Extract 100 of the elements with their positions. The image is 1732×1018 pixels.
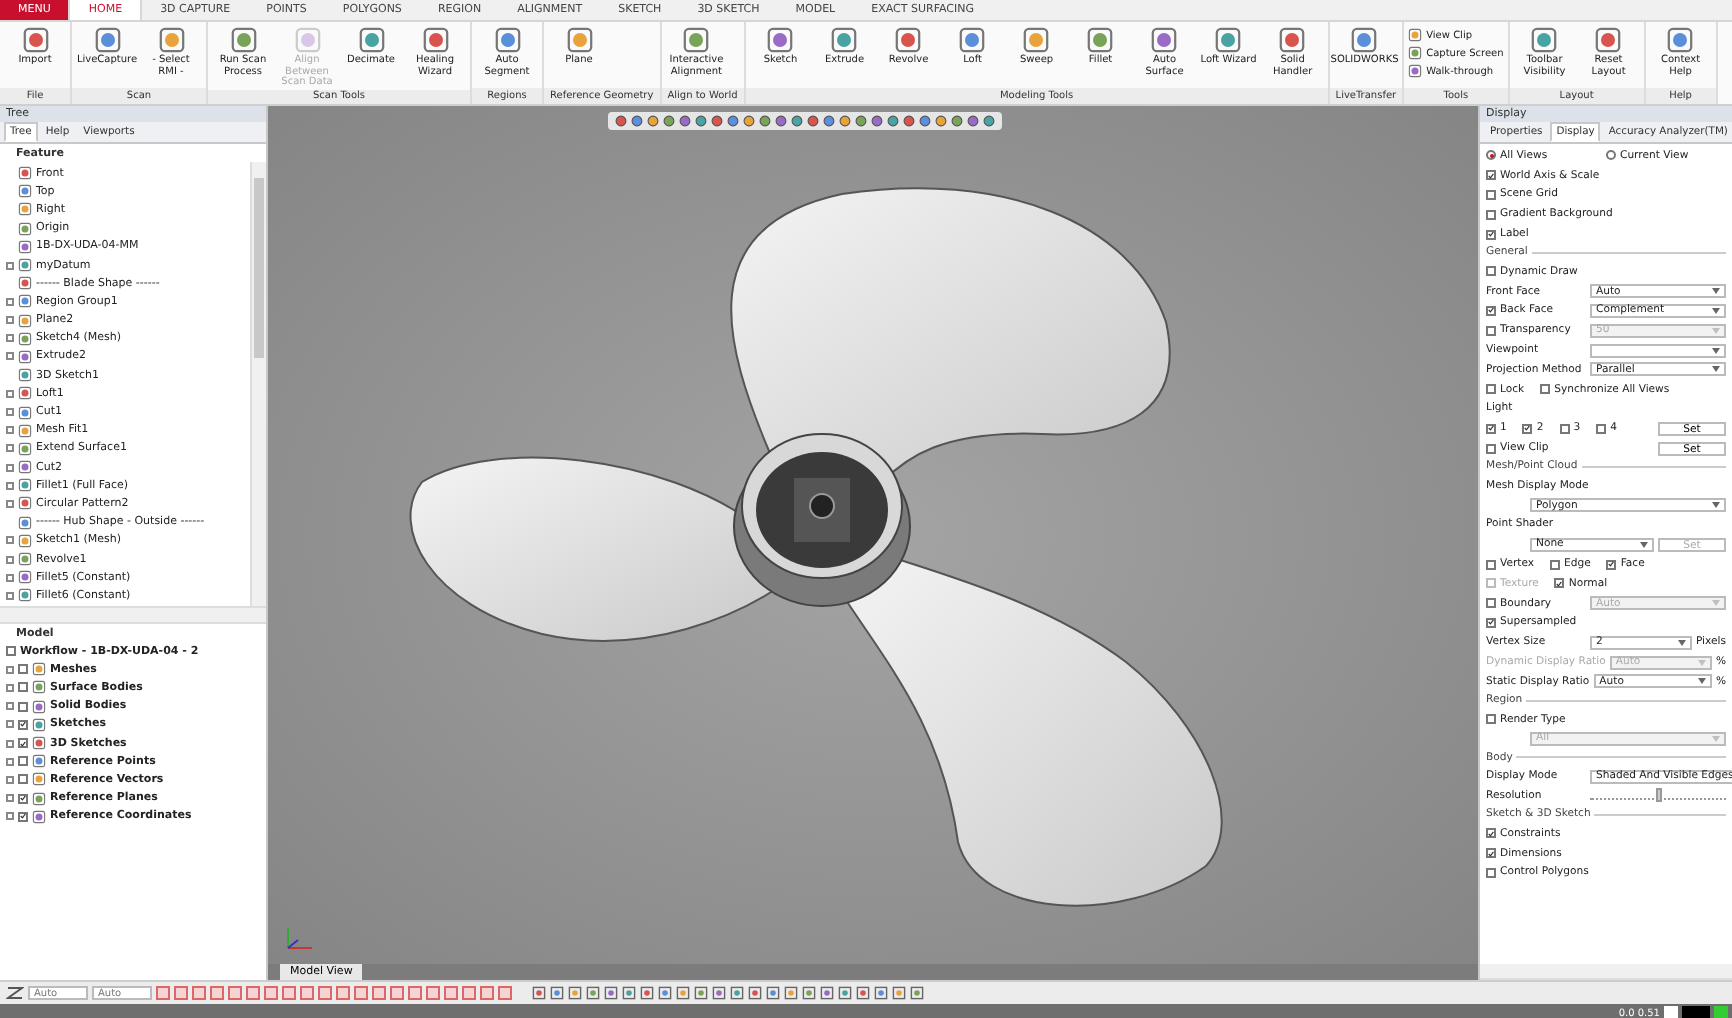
radio-button[interactable] (1606, 150, 1616, 161)
expand-icon[interactable] (6, 316, 14, 325)
checkbox[interactable] (18, 682, 28, 693)
checkbox[interactable] (1540, 384, 1551, 395)
scrollbar[interactable] (0, 608, 266, 624)
view-tool-button[interactable] (886, 114, 900, 128)
checkbox[interactable] (1486, 170, 1496, 181)
toolbar-button[interactable] (712, 986, 726, 1000)
checkbox[interactable] (1554, 578, 1565, 589)
checkbox[interactable] (1486, 828, 1496, 839)
view-tool-button[interactable] (950, 114, 964, 128)
checkbox[interactable] (1486, 229, 1496, 240)
scrollbar[interactable] (250, 162, 266, 606)
checkbox[interactable] (18, 756, 28, 767)
view-tool-button[interactable] (982, 114, 996, 128)
checkbox[interactable] (1486, 867, 1496, 878)
expand-icon[interactable] (6, 261, 14, 270)
view-tool-button[interactable] (726, 114, 740, 128)
expand-icon[interactable] (6, 499, 14, 508)
caret-icon[interactable] (1712, 347, 1720, 354)
checkbox[interactable] (18, 811, 28, 822)
checkbox[interactable] (1486, 848, 1496, 859)
slider-track[interactable] (1590, 792, 1726, 800)
expand-icon[interactable] (6, 444, 14, 453)
toolbar-button[interactable] (892, 986, 906, 1000)
toolbar-button[interactable] (676, 986, 690, 1000)
checkbox[interactable] (18, 774, 28, 785)
checkbox[interactable] (18, 793, 28, 804)
view-tool-button[interactable] (694, 114, 708, 128)
toolbar-button[interactable] (586, 986, 600, 1000)
toolbar-button[interactable] (910, 986, 924, 1000)
checkbox[interactable] (1486, 266, 1496, 277)
view-tool-button[interactable] (790, 114, 804, 128)
checkbox[interactable] (1559, 423, 1570, 434)
view-tool-button[interactable] (614, 114, 628, 128)
checkbox[interactable] (18, 701, 28, 712)
toolbar-button[interactable] (748, 986, 762, 1000)
expand-icon[interactable] (6, 555, 14, 564)
expand-icon[interactable] (6, 408, 14, 417)
checkbox[interactable] (1486, 443, 1496, 454)
checkbox[interactable] (1486, 305, 1496, 316)
caret-icon[interactable] (1712, 288, 1720, 295)
toolbar-button[interactable] (874, 986, 888, 1000)
checkbox[interactable] (1486, 714, 1496, 725)
toolbar-button[interactable] (622, 986, 636, 1000)
view-tool-button[interactable] (854, 114, 868, 128)
toolbar-button[interactable] (568, 986, 582, 1000)
caret-icon[interactable] (1712, 366, 1720, 373)
view-tool-button[interactable] (902, 114, 916, 128)
radio-button[interactable] (1486, 150, 1496, 161)
expand-icon[interactable] (6, 481, 14, 490)
view-tool-button[interactable] (822, 114, 836, 128)
toolbar-button[interactable] (730, 986, 744, 1000)
view-tool-button[interactable] (742, 114, 756, 128)
toolbar-button[interactable] (784, 986, 798, 1000)
checkbox[interactable] (1606, 559, 1617, 570)
view-tool-button[interactable] (934, 114, 948, 128)
view-tool-button[interactable] (806, 114, 820, 128)
checkbox[interactable] (1486, 189, 1496, 200)
view-tool-button[interactable] (662, 114, 676, 128)
toolbar-button[interactable] (604, 986, 618, 1000)
expand-icon[interactable] (6, 334, 14, 343)
view-tool-button[interactable] (710, 114, 724, 128)
expand-icon[interactable] (6, 573, 14, 582)
toolbar-button[interactable] (766, 986, 780, 1000)
checkbox[interactable] (1522, 423, 1533, 434)
checkbox[interactable] (18, 738, 28, 749)
caret-icon[interactable] (1677, 639, 1686, 646)
checkbox[interactable] (1486, 559, 1496, 570)
expand-icon[interactable] (6, 426, 14, 435)
toolbar-button[interactable] (802, 986, 816, 1000)
expand-icon[interactable] (6, 463, 14, 472)
toolbar-button[interactable] (550, 986, 564, 1000)
toolbar-button[interactable] (694, 986, 708, 1000)
snap-icon[interactable] (6, 986, 24, 1000)
toolbar-button[interactable] (820, 986, 834, 1000)
toolbar-button[interactable] (640, 986, 654, 1000)
caret-icon[interactable] (1712, 502, 1720, 509)
caret-icon[interactable] (1640, 541, 1648, 548)
toolbar-button[interactable] (532, 986, 546, 1000)
view-tool-button[interactable] (646, 114, 660, 128)
checkbox[interactable] (1486, 209, 1496, 220)
view-tool-button[interactable] (630, 114, 644, 128)
checkbox[interactable] (1596, 423, 1607, 434)
fan-model-drawing[interactable] (409, 187, 1223, 907)
slider-thumb[interactable] (1655, 788, 1661, 802)
checkbox[interactable] (1486, 423, 1496, 434)
caret-icon[interactable] (1697, 678, 1706, 685)
toolbar-button[interactable] (856, 986, 870, 1000)
view-tool-button[interactable] (838, 114, 852, 128)
expand-icon[interactable] (6, 591, 14, 600)
checkbox[interactable] (18, 719, 28, 730)
expand-icon[interactable] (6, 389, 14, 398)
scrollbar[interactable] (1480, 964, 1732, 980)
view-tool-button[interactable] (870, 114, 884, 128)
expand-icon[interactable] (6, 536, 14, 545)
view-tool-button[interactable] (678, 114, 692, 128)
expand-icon[interactable] (6, 352, 14, 361)
checkbox[interactable] (1550, 559, 1561, 570)
view-tool-button[interactable] (966, 114, 980, 128)
